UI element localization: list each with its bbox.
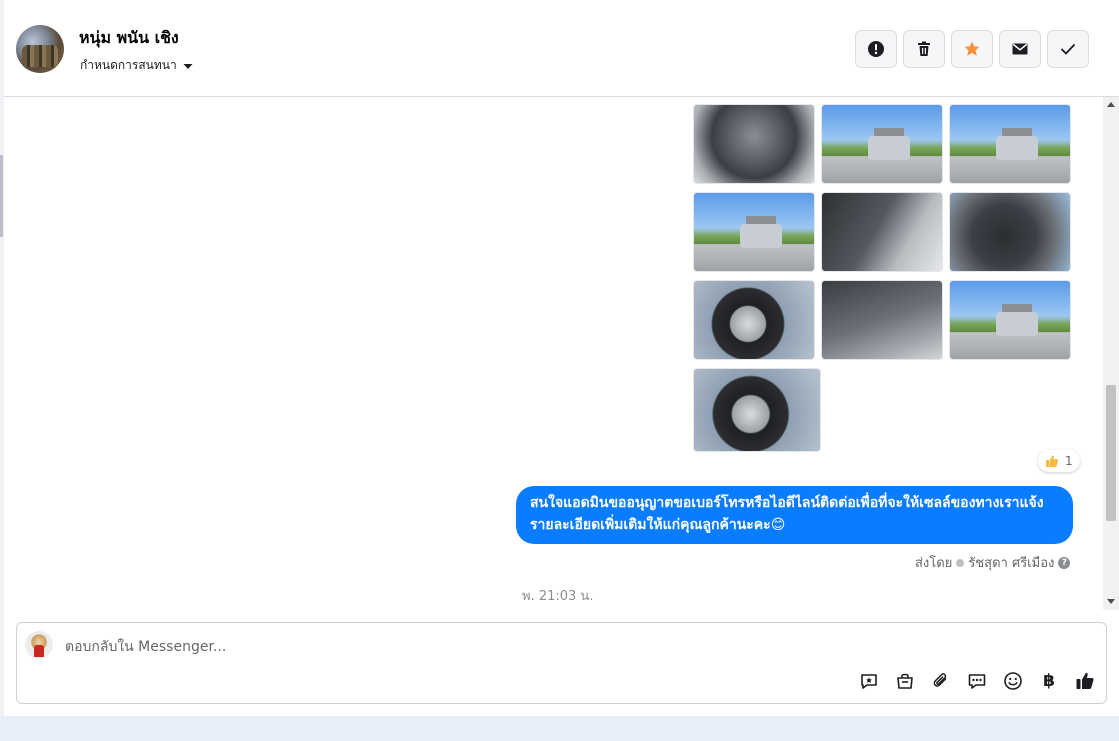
- checkmark-icon: [1061, 44, 1075, 55]
- envelope-icon: [1012, 43, 1028, 55]
- photo-pickup-rack-rear[interactable]: [821, 104, 943, 184]
- photo-engine-bay[interactable]: [693, 104, 815, 184]
- composer-toolbar: ฿: [858, 670, 1096, 692]
- saved-reply-icon: [861, 674, 877, 689]
- star-button[interactable]: [951, 30, 993, 68]
- sender-status-icon: [956, 558, 965, 567]
- page-avatar: [25, 631, 53, 659]
- trash-icon: [918, 41, 930, 56]
- paperclip-icon: [933, 673, 947, 687]
- contact-name[interactable]: หนุ่ม พนัน เชิง: [79, 26, 179, 51]
- chat-dots-icon: [968, 674, 986, 689]
- reaction-badge[interactable]: 1: [1038, 450, 1080, 472]
- like-send-button[interactable]: [1074, 670, 1096, 692]
- assign-conversation-dropdown[interactable]: กำหนดการสนทนา: [80, 56, 194, 75]
- scrollbar-thumb[interactable]: [1106, 385, 1116, 521]
- contact-avatar[interactable]: [16, 25, 64, 73]
- reaction-count: 1: [1065, 454, 1073, 468]
- sent-by-info: ส่งโดย รัชสุดา ศรีเมือง ?: [915, 552, 1071, 573]
- help-icon[interactable]: ?: [1058, 556, 1071, 569]
- quick-reply-button[interactable]: [966, 670, 988, 692]
- assign-label: กำหนดการสนทนา: [80, 58, 177, 72]
- sent-by-label: ส่งโดย: [915, 556, 953, 571]
- shop-button[interactable]: [894, 670, 916, 692]
- emoji-button[interactable]: [1002, 670, 1024, 692]
- bottom-strip: [0, 716, 1119, 741]
- sender-name: รัชสุดา ศรีเมือง: [968, 556, 1055, 571]
- smiley-icon: [1004, 672, 1022, 690]
- exclamation-icon: [868, 41, 884, 57]
- star-icon: [964, 41, 980, 56]
- edge-handle: [0, 155, 3, 237]
- mark-unread-button[interactable]: [999, 30, 1041, 68]
- baht-icon: ฿: [1043, 671, 1055, 691]
- mark-spam-button[interactable]: [855, 30, 897, 68]
- caret-down-icon: [183, 63, 193, 69]
- conversation-header: หนุ่ม พนัน เชิง กำหนดการสนทนา: [4, 0, 1119, 97]
- conversation-scrollbar[interactable]: [1103, 97, 1119, 610]
- delete-button[interactable]: [903, 30, 945, 68]
- saved-reply-button[interactable]: [858, 670, 880, 692]
- reply-composer: ตอบกลับใน Messenger... ฿: [16, 622, 1107, 704]
- photo-pickup-rear[interactable]: [693, 192, 815, 272]
- header-actions: [855, 30, 1089, 68]
- photo-steel-wheel[interactable]: [693, 280, 815, 360]
- outgoing-message-bubble[interactable]: สนใจแอดมินขออนุญาตขอเบอร์โทรหรือไอดีไลน์…: [516, 486, 1073, 544]
- photo-seats[interactable]: [821, 280, 943, 360]
- conversation-thread[interactable]: 1 สนใจแอดมินขออนุญาตขอเบอร์โทรหรือไอดีไล…: [4, 97, 1103, 610]
- photo-door-interior[interactable]: [821, 192, 943, 272]
- mark-done-button[interactable]: [1047, 30, 1089, 68]
- photo-dashboard[interactable]: [949, 192, 1071, 272]
- scroll-down-arrow[interactable]: [1107, 599, 1115, 604]
- shop-bag-icon: [897, 673, 913, 689]
- photo-pickup-rear-angle[interactable]: [949, 280, 1071, 360]
- reply-input[interactable]: ตอบกลับใน Messenger...: [65, 636, 1045, 658]
- attach-file-button[interactable]: [930, 670, 952, 692]
- scroll-up-arrow[interactable]: [1107, 102, 1115, 107]
- payment-button[interactable]: ฿: [1038, 670, 1060, 692]
- message-timestamp: พ. 21:03 น.: [522, 589, 594, 604]
- photo-alloy-wheel[interactable]: [693, 368, 821, 452]
- photo-pickup-side[interactable]: [949, 104, 1071, 184]
- like-icon: [1076, 672, 1094, 689]
- thumbs-up-icon: [1046, 455, 1059, 467]
